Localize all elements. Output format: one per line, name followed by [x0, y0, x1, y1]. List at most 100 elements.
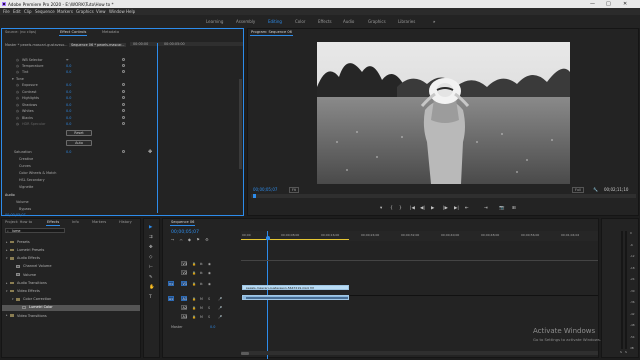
- tab-source[interactable]: Source: (no clips): [5, 30, 36, 34]
- property-value[interactable]: 0.0: [66, 109, 71, 113]
- section-creative[interactable]: Creative: [19, 157, 33, 161]
- go-to-out-button[interactable]: ▶|: [454, 206, 459, 211]
- audio-clip[interactable]: [242, 295, 349, 300]
- section-hsl-secondary[interactable]: HSL Secondary: [19, 178, 45, 182]
- close-button[interactable]: ✕: [623, 1, 627, 7]
- export-frame-button[interactable]: 📷: [499, 206, 504, 211]
- workspace-learning[interactable]: Learning: [206, 19, 223, 24]
- effects-folder[interactable]: ▾ Audio Effects: [2, 255, 140, 261]
- property-value[interactable]: 0.0: [66, 90, 71, 94]
- workspace-graphics[interactable]: Graphics: [368, 19, 386, 24]
- play-button[interactable]: ▶: [431, 206, 434, 211]
- mini-playhead[interactable]: [157, 43, 158, 213]
- type-tool[interactable]: T: [149, 295, 152, 300]
- program-playhead[interactable]: [253, 194, 256, 198]
- meter-solo-left[interactable]: S: [620, 350, 622, 354]
- lock-icon[interactable]: 🔒: [192, 271, 196, 275]
- expand-icon[interactable]: ▾: [12, 77, 14, 81]
- timeline-timecode[interactable]: 00;00;05;07: [171, 230, 199, 235]
- lock-icon[interactable]: 🔒: [192, 262, 196, 266]
- lock-icon[interactable]: 🔒: [192, 282, 196, 286]
- audio-bypass[interactable]: Bypass: [19, 207, 31, 211]
- workspace-libraries[interactable]: Libraries: [398, 19, 415, 24]
- menu-view[interactable]: View: [96, 9, 106, 14]
- sequence-clip-label[interactable]: Sequence 06 * pexels-mascar...: [69, 43, 127, 47]
- expand-icon[interactable]: ▸: [6, 281, 8, 285]
- section-color-wheels[interactable]: Color Wheels & Match: [19, 171, 56, 175]
- sync-lock-icon[interactable]: ⧉: [200, 282, 202, 286]
- menu-sequence[interactable]: Sequence: [35, 9, 55, 14]
- property-value[interactable]: 0.0: [66, 103, 71, 107]
- workspace-editing[interactable]: Editing: [268, 19, 282, 24]
- sync-lock-icon[interactable]: ⧉: [200, 262, 202, 266]
- ripple-edit-tool[interactable]: ✥: [149, 245, 153, 250]
- button-editor-button[interactable]: ⊞: [512, 206, 516, 211]
- hand-tool[interactable]: ✋: [149, 285, 154, 290]
- timeline-playhead-handle[interactable]: [265, 236, 270, 240]
- maximize-button[interactable]: □: [606, 1, 611, 7]
- auto-button[interactable]: Auto: [66, 140, 92, 146]
- property-value[interactable]: 0.0: [66, 116, 71, 120]
- effects-folder[interactable]: ▾ Video Effects: [2, 288, 140, 294]
- stopwatch-icon[interactable]: ◷: [16, 64, 19, 68]
- mute-button[interactable]: M: [200, 315, 203, 319]
- tab-project[interactable]: Project: How to: [5, 220, 32, 224]
- slip-tool[interactable]: ⊢: [149, 265, 153, 270]
- reset-icon[interactable]: [122, 90, 125, 93]
- eyedropper-icon[interactable]: ✒: [66, 58, 69, 62]
- section-vignette[interactable]: Vignette: [19, 185, 33, 189]
- selection-tool[interactable]: ▶: [149, 225, 152, 230]
- stopwatch-icon[interactable]: ◷: [16, 83, 19, 87]
- source-clip-label[interactable]: Master * pexels-mascari-gustavsso...: [5, 43, 67, 47]
- sync-lock-icon[interactable]: ⧉: [200, 271, 202, 275]
- stopwatch-icon[interactable]: ◷: [16, 58, 19, 62]
- section-curves[interactable]: Curves: [19, 164, 31, 168]
- go-to-in-button[interactable]: |◀: [410, 206, 415, 211]
- effect-item[interactable]: Channel Volume: [2, 264, 140, 270]
- solo-button[interactable]: S: [208, 306, 210, 310]
- tab-markers[interactable]: Markers: [92, 220, 106, 224]
- timeline-ruler[interactable]: 00;00 00;00;08;00 00;00;16;00 00;00;24;00 00…: [241, 231, 598, 241]
- effects-folder[interactable]: ▾ Color Correction: [2, 296, 140, 302]
- lock-icon[interactable]: 🔒: [192, 306, 196, 310]
- property-value[interactable]: 0.0: [66, 70, 71, 74]
- minimize-button[interactable]: —: [590, 1, 595, 7]
- lock-icon[interactable]: 🔒: [192, 297, 196, 301]
- meter-solo-right[interactable]: S: [625, 350, 627, 354]
- tab-effects[interactable]: Effects: [45, 220, 61, 227]
- menu-file[interactable]: File: [3, 9, 10, 14]
- menu-edit[interactable]: Edit: [13, 9, 21, 14]
- property-value[interactable]: 0.0: [66, 83, 71, 87]
- microphone-icon[interactable]: 🎤: [218, 315, 222, 319]
- workspace-assembly[interactable]: Assembly: [236, 19, 255, 24]
- eye-icon[interactable]: ◉: [208, 282, 211, 286]
- effects-search-input[interactable]: ⌕ lume: [5, 228, 65, 233]
- property-value[interactable]: 0.0: [66, 96, 71, 100]
- property-value[interactable]: 0.0: [66, 64, 71, 68]
- effect-controls-scrollbar[interactable]: [239, 79, 242, 169]
- timeline-scrollbar[interactable]: [241, 351, 598, 355]
- reset-icon[interactable]: [122, 103, 125, 106]
- video-clip[interactable]: pexels-mascari-gustavsson-5647219.mp4 [V…: [242, 285, 349, 290]
- tab-history[interactable]: History: [119, 220, 132, 224]
- reset-icon[interactable]: [122, 116, 125, 119]
- timeline-scroll-thumb[interactable]: [241, 351, 249, 355]
- effects-folder[interactable]: ▸ Audio Transitions: [2, 280, 140, 286]
- stopwatch-icon[interactable]: ◷: [16, 70, 19, 74]
- program-timecode[interactable]: 00;00;05;07: [253, 187, 277, 192]
- mini-timeline-ruler[interactable]: 00:00:00 00:00:05:00: [130, 42, 243, 46]
- mute-button[interactable]: M: [200, 306, 203, 310]
- tab-metadata[interactable]: Metadata: [102, 30, 119, 34]
- workspace-color[interactable]: Color: [295, 19, 305, 24]
- reset-button[interactable]: Reset: [66, 130, 92, 136]
- microphone-icon[interactable]: 🎤: [218, 306, 222, 310]
- stopwatch-icon[interactable]: ◷: [16, 116, 19, 120]
- menu-help[interactable]: Help: [126, 9, 135, 14]
- eye-icon[interactable]: ◉: [208, 262, 211, 266]
- stopwatch-icon[interactable]: ◷: [16, 90, 19, 94]
- solo-button[interactable]: S: [208, 315, 210, 319]
- collapse-icon[interactable]: ▾: [6, 289, 8, 293]
- reset-icon[interactable]: [122, 64, 125, 67]
- eye-icon[interactable]: ◉: [208, 271, 211, 275]
- menu-markers[interactable]: Markers: [57, 9, 73, 14]
